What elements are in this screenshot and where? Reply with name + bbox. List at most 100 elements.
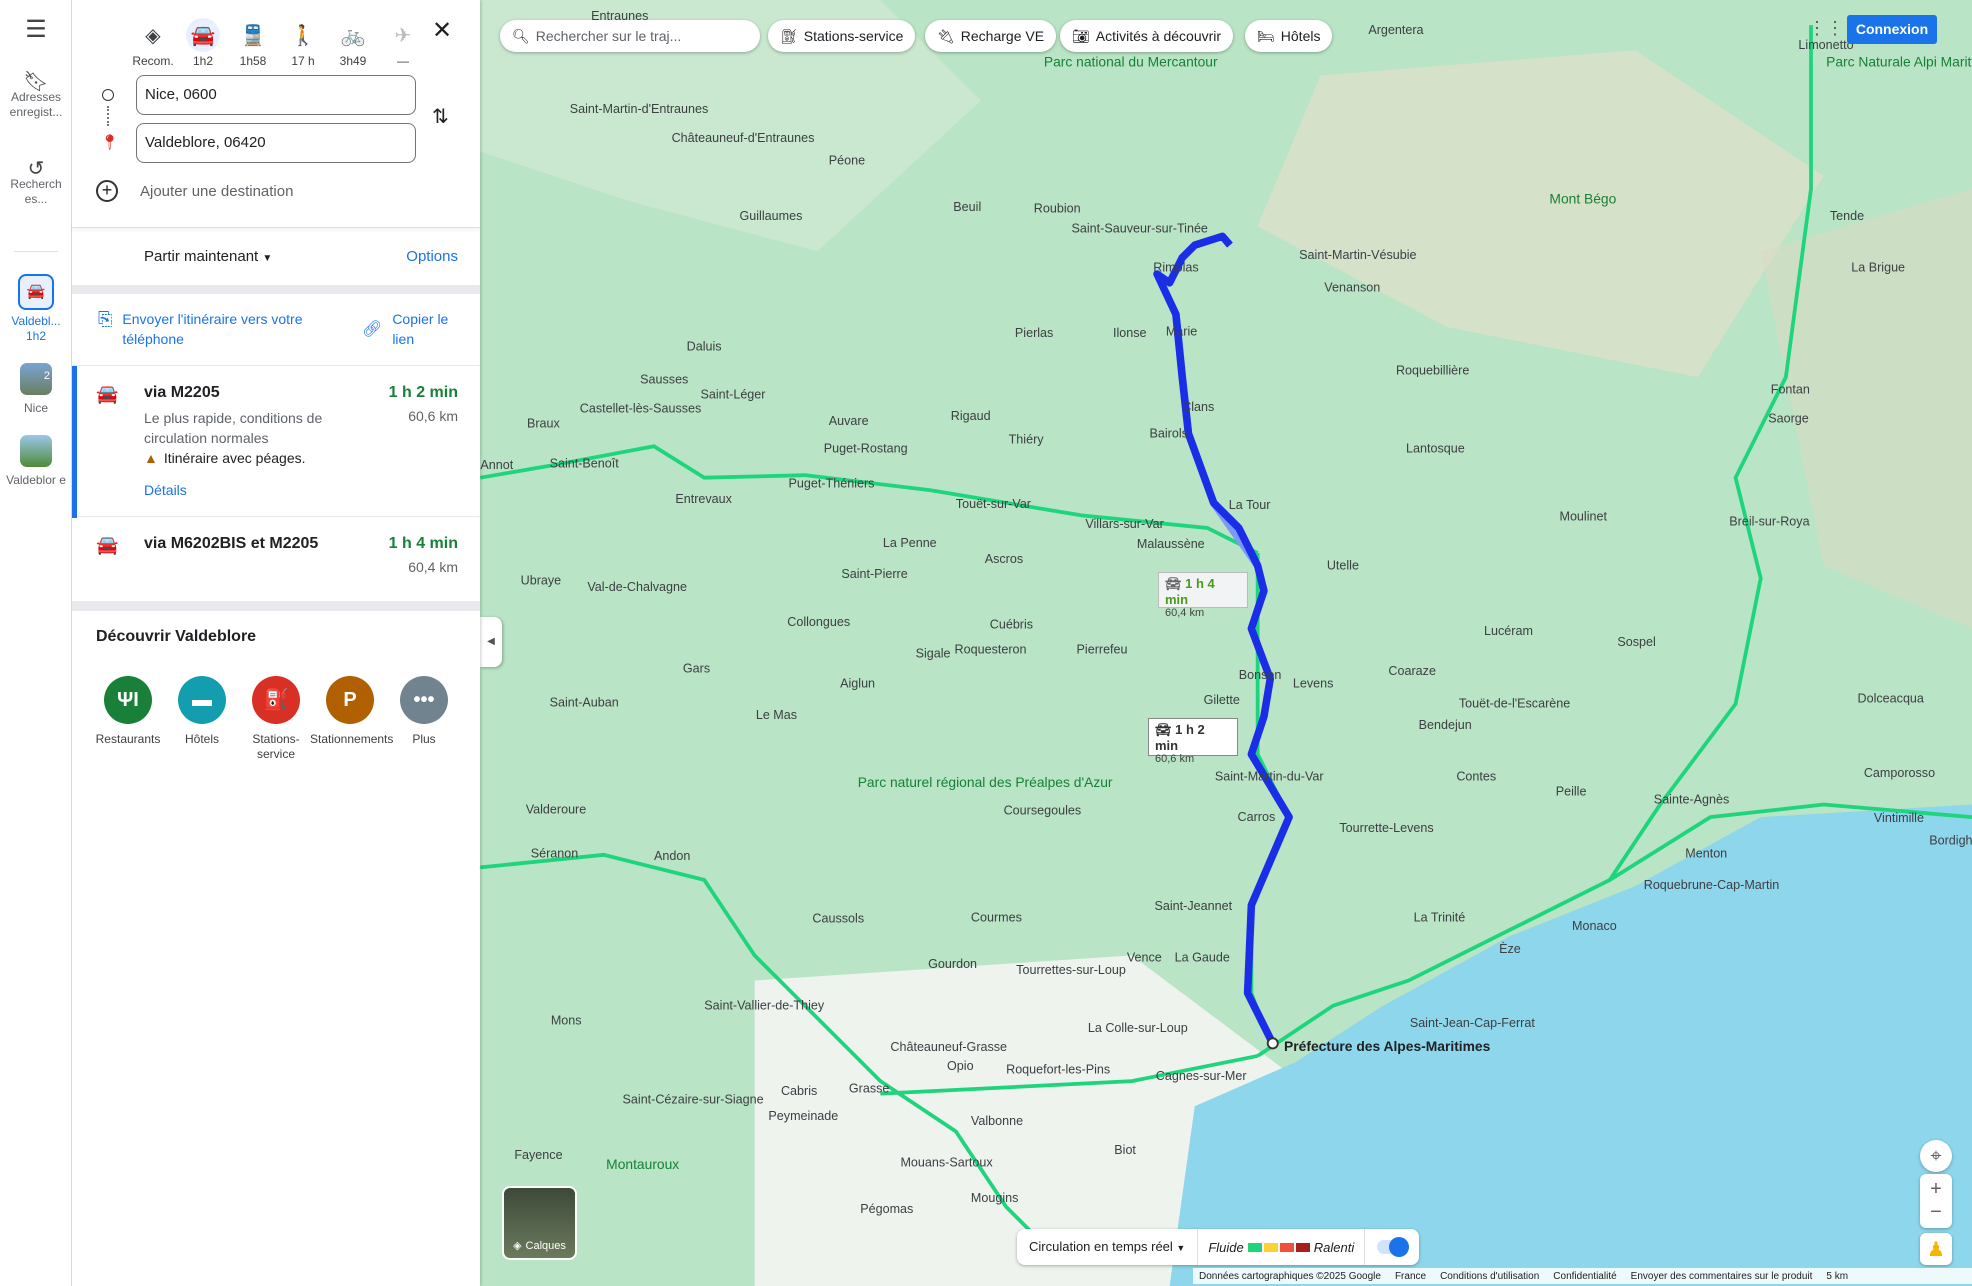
swap-icon[interactable]: ⇅: [432, 104, 449, 129]
place-label[interactable]: Saint-Sauveur-sur-Tinée: [1072, 222, 1208, 236]
place-label[interactable]: Parc naturel régional des Préalpes d'Azu…: [858, 774, 1113, 790]
place-label[interactable]: Rimplas: [1153, 261, 1198, 275]
place-label[interactable]: Châteauneuf-d'Entraunes: [672, 131, 815, 145]
place-label[interactable]: Daluis: [687, 340, 722, 354]
destination-input[interactable]: Valdeblore, 06420: [136, 123, 416, 163]
place-label[interactable]: Saint-Cézaire-sur-Siagne: [623, 1093, 764, 1107]
depart-time-dropdown[interactable]: Partir maintenant ▼: [144, 248, 272, 265]
place-label[interactable]: Tourrette-Levens: [1339, 821, 1433, 835]
place-label[interactable]: Ascros: [985, 552, 1023, 566]
place-label[interactable]: Mont Bégo: [1549, 191, 1616, 207]
place-label[interactable]: Puget-Rostang: [824, 442, 908, 456]
place-label[interactable]: Levens: [1293, 677, 1334, 691]
attribution-item[interactable]: France: [1395, 1271, 1426, 1282]
place-label[interactable]: Moulinet: [1559, 509, 1607, 523]
place-label[interactable]: Entrevaux: [675, 492, 732, 506]
place-label[interactable]: La Gaude: [1175, 951, 1230, 965]
place-label[interactable]: Marie: [1166, 325, 1197, 339]
mode-0[interactable]: ◈ Recom.: [128, 18, 178, 69]
place-label[interactable]: Venanson: [1324, 281, 1380, 295]
place-label[interactable]: Utelle: [1327, 558, 1359, 572]
place-label[interactable]: Lantosque: [1406, 442, 1465, 456]
place-label[interactable]: Châteauneuf-Grasse: [890, 1040, 1007, 1054]
place-label[interactable]: Saint-Auban: [550, 695, 619, 709]
place-label[interactable]: Parc Naturale Alpi Marittime: [1826, 54, 1972, 70]
place-label[interactable]: Valderoure: [526, 802, 587, 816]
place-label[interactable]: Gilette: [1204, 693, 1240, 707]
place-label[interactable]: Contes: [1456, 770, 1496, 784]
place-label[interactable]: Touët-de-l'Escarène: [1459, 697, 1570, 711]
place-label[interactable]: Saint-Benoît: [550, 457, 620, 471]
place-label[interactable]: Clans: [1182, 400, 1214, 414]
place-label[interactable]: Aiglun: [840, 677, 875, 691]
place-label[interactable]: Courmes: [971, 910, 1022, 924]
mode-1[interactable]: 🚘 1h2: [178, 18, 228, 68]
options-link[interactable]: Options: [406, 248, 458, 265]
login-button[interactable]: Connexion: [1847, 15, 1937, 44]
attribution-item[interactable]: Conditions d'utilisation: [1440, 1271, 1539, 1282]
place-label[interactable]: Sausses: [640, 372, 688, 386]
place-label[interactable]: Roquebrune-Cap-Martin: [1644, 878, 1780, 892]
recent-button[interactable]: ↺ Recherch es...: [0, 159, 72, 207]
discover-4[interactable]: ••• Plus: [384, 676, 464, 747]
place-label[interactable]: Malaussène: [1137, 537, 1205, 551]
zoom-in-button[interactable]: +: [1930, 1178, 1942, 1201]
place-label[interactable]: Beuil: [953, 200, 981, 214]
place-label[interactable]: Fayence: [514, 1148, 562, 1162]
place-label[interactable]: Saint-Pierre: [841, 567, 907, 581]
place-label[interactable]: Tende: [1830, 209, 1864, 223]
place-label[interactable]: Peymeinade: [768, 1109, 838, 1123]
place-label[interactable]: Saint-Martin-du-Var: [1215, 770, 1324, 784]
place-label[interactable]: Péone: [829, 154, 865, 168]
discover-2[interactable]: ⛽ Stations-service: [236, 676, 316, 762]
recent-trip-valdeblore[interactable]: 🚘 Valdebl... 1h2: [0, 274, 72, 344]
place-label[interactable]: Sainte-Agnès: [1654, 792, 1729, 806]
traffic-dropdown[interactable]: Circulation en temps réel ▼: [1017, 1229, 1199, 1265]
chip-gas-stations[interactable]: ⛽︎ Stations-service: [768, 20, 916, 52]
place-label[interactable]: Val-de-Chalvagne: [587, 580, 687, 594]
place-label[interactable]: Bairols: [1149, 426, 1187, 440]
chip-ev-charging[interactable]: 🔌︎ Recharge VE: [925, 20, 1057, 52]
place-label[interactable]: Montauroux: [606, 1156, 679, 1172]
place-label[interactable]: Roquefort-les-Pins: [1006, 1063, 1110, 1077]
mode-4[interactable]: 🚲 3h49: [328, 18, 378, 69]
place-label[interactable]: Roquesteron: [955, 643, 1027, 657]
place-label[interactable]: Ubraye: [521, 574, 562, 588]
place-label[interactable]: Peille: [1556, 785, 1587, 799]
place-label[interactable]: Vintimille: [1874, 811, 1924, 825]
place-label[interactable]: Opio: [947, 1059, 974, 1073]
place-label[interactable]: Touët-sur-Var: [956, 497, 1031, 511]
place-label[interactable]: La Tour: [1229, 498, 1271, 512]
place-label[interactable]: Puget-Théniers: [789, 477, 875, 491]
discover-3[interactable]: P Stationnements: [310, 676, 393, 747]
place-label[interactable]: Ilonse: [1113, 326, 1147, 340]
place-label[interactable]: Cagnes-sur-Mer: [1156, 1069, 1247, 1083]
chip-hotels[interactable]: 🛏︎ Hôtels: [1245, 20, 1333, 52]
place-label[interactable]: Sospel: [1617, 635, 1655, 649]
mode-2[interactable]: 🚆 1h58: [228, 18, 278, 69]
place-label[interactable]: Préfecture des Alpes-Maritimes: [1284, 1038, 1491, 1054]
place-label[interactable]: Dolceacqua: [1858, 692, 1924, 706]
place-label[interactable]: La Colle-sur-Loup: [1088, 1021, 1188, 1035]
place-label[interactable]: Pégomas: [860, 1202, 913, 1216]
place-label[interactable]: Braux: [527, 416, 561, 430]
place-label[interactable]: Mougins: [971, 1191, 1018, 1205]
close-button[interactable]: ✕: [432, 16, 452, 45]
place-label[interactable]: Breil-sur-Roya: [1729, 514, 1809, 528]
details-link[interactable]: Détails: [144, 482, 187, 498]
place-label[interactable]: Cuébris: [990, 618, 1033, 632]
discover-0[interactable]: ΨI Restaurants: [88, 676, 168, 747]
place-label[interactable]: Villars-sur-Var: [1085, 517, 1163, 531]
place-label[interactable]: Tourrettes-sur-Loup: [1016, 963, 1126, 977]
discover-1[interactable]: ▬ Hôtels: [162, 676, 242, 747]
place-label[interactable]: Pierlas: [1015, 326, 1053, 340]
place-label[interactable]: Castellet-lès-Sausses: [580, 401, 702, 415]
place-label[interactable]: Saint-Martin-Vésubie: [1299, 248, 1416, 262]
route-option-2[interactable]: 🚘 via M6202BIS et M2205 1 h 4 min 60,4 k…: [72, 517, 480, 602]
place-label[interactable]: Saint-Martin-d'Entraunes: [570, 102, 709, 116]
place-label[interactable]: Cabris: [781, 1084, 817, 1098]
chip-activities[interactable]: 📷︎ Activités à découvrir: [1060, 20, 1234, 52]
place-label[interactable]: Saint-Vallier-de-Thiey: [704, 998, 825, 1012]
place-label[interactable]: Monaco: [1572, 919, 1617, 933]
place-label[interactable]: Argentera: [1368, 23, 1423, 37]
